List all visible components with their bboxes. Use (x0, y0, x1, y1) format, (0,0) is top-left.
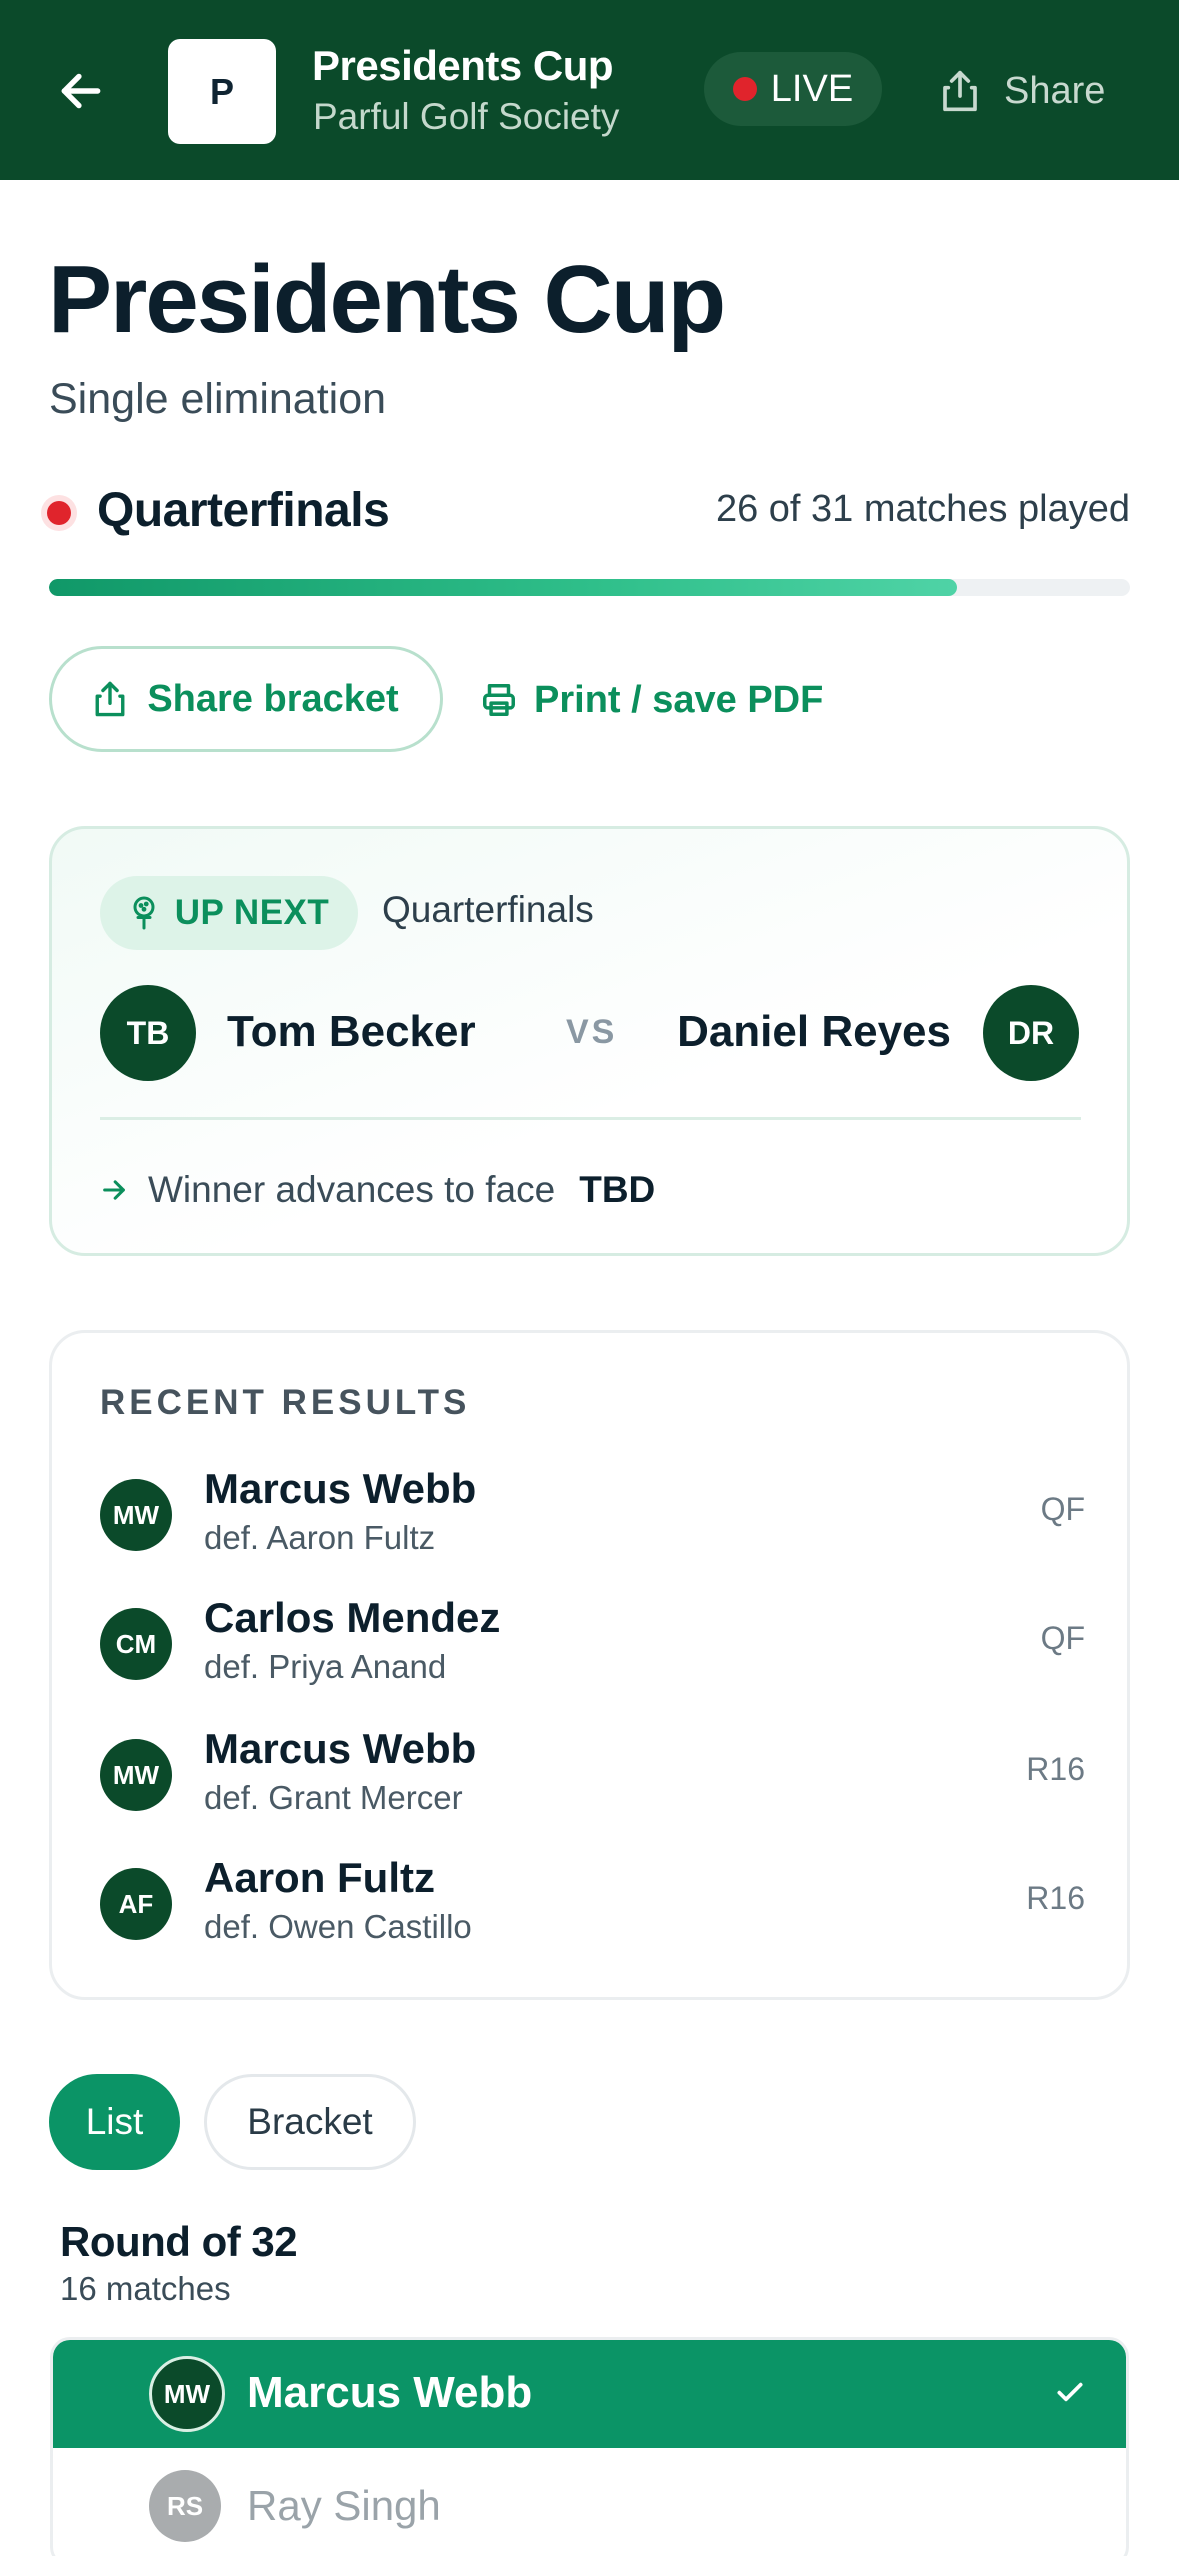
live-label: LIVE (770, 67, 854, 110)
round-title: Round of 32 (60, 2218, 298, 2265)
match-winner-row: MW Marcus Webb (53, 2340, 1126, 2448)
avatar: CM (100, 1608, 172, 1680)
avatar: TB (100, 985, 196, 1081)
result-row[interactable]: MW Marcus Webb def. Aaron Fultz QF (100, 1461, 1085, 1571)
back-button[interactable] (48, 58, 114, 124)
progress-bar (49, 579, 1130, 596)
versus-label: VS (566, 1013, 618, 1051)
arrow-right-icon (103, 1180, 125, 1200)
view-toggle: List Bracket (49, 2074, 416, 2170)
share-icon (943, 70, 977, 112)
header-title: Presidents Cup (312, 42, 614, 89)
matches-progress-text: 26 of 31 matches played (715, 488, 1130, 530)
progress-bar-fill (49, 579, 958, 596)
player-two-name: Daniel Reyes (677, 1007, 951, 1056)
share-bracket-button[interactable]: Share bracket (49, 646, 443, 752)
avatar: MW (100, 1739, 172, 1811)
avatar: DR (983, 985, 1079, 1081)
page-title: Presidents Cup (48, 246, 726, 353)
advance-text: Winner advances to face (148, 1169, 556, 1210)
result-loser: def. Grant Mercer (204, 1779, 463, 1816)
print-pdf-button[interactable]: Print / save PDF (480, 660, 823, 740)
result-row[interactable]: CM Carlos Mendez def. Priya Anand QF (100, 1590, 1085, 1700)
header-subtitle: Parful Golf Society (313, 96, 620, 137)
result-loser: def. Aaron Fultz (204, 1519, 436, 1556)
header-share-label: Share (1004, 69, 1106, 112)
avatar: MW (149, 2356, 225, 2432)
up-next-card[interactable]: UP NEXT Quarterfinals TB Tom Becker VS D… (49, 826, 1130, 1256)
match-card[interactable]: MW Marcus Webb RS Ray Singh (50, 2337, 1129, 2556)
print-pdf-label: Print / save PDF (534, 678, 824, 721)
result-round: R16 (1026, 1880, 1085, 1916)
result-winner: Carlos Mendez (204, 1594, 501, 1641)
advance-info: Winner advances to face TBD (100, 1155, 655, 1225)
current-round: Quarterfinals (97, 484, 390, 537)
result-round: R16 (1026, 1751, 1085, 1787)
match-loser-row: RS Ray Singh (53, 2448, 1126, 2556)
avatar: AF (100, 1868, 172, 1940)
up-next-badge: UP NEXT (100, 876, 358, 950)
checkmark-icon (1057, 2382, 1083, 2402)
golf-ball-tee-icon (133, 896, 155, 930)
avatar: MW (100, 1479, 172, 1551)
result-round: QF (1040, 1620, 1085, 1656)
divider (100, 1117, 1081, 1120)
header-share-button[interactable]: Share (940, 56, 1105, 126)
player-one-name: Tom Becker (227, 1007, 476, 1056)
result-winner: Marcus Webb (204, 1465, 477, 1512)
live-badge: LIVE (704, 52, 882, 126)
result-winner: Marcus Webb (204, 1725, 477, 1772)
advance-opponent: TBD (579, 1169, 656, 1210)
society-logo: P (168, 39, 276, 144)
result-loser: def. Owen Castillo (204, 1908, 472, 1945)
round-match-count: 16 matches (60, 2270, 231, 2307)
live-round-indicator-icon (47, 501, 71, 525)
match-loser-name: Ray Singh (247, 2482, 441, 2529)
live-dot-icon (732, 77, 757, 101)
result-round: QF (1040, 1491, 1085, 1527)
match-winner-name: Marcus Webb (247, 2368, 533, 2417)
result-winner: Aaron Fultz (204, 1854, 435, 1901)
up-next-label: UP NEXT (174, 893, 330, 932)
printer-icon (483, 684, 515, 716)
share-icon (95, 681, 125, 717)
tournament-format: Single elimination (49, 375, 387, 423)
share-bracket-label: Share bracket (147, 677, 399, 720)
arrow-left-icon (61, 73, 101, 109)
recent-results-heading: RECENT RESULTS (100, 1383, 471, 1422)
app-header: P Presidents Cup Parful Golf Society LIV… (0, 0, 1179, 180)
up-next-round: Quarterfinals (382, 889, 594, 930)
tab-list[interactable]: List (49, 2074, 180, 2170)
tab-bracket[interactable]: Bracket (204, 2074, 416, 2170)
result-row[interactable]: MW Marcus Webb def. Grant Mercer R16 (100, 1721, 1085, 1831)
avatar: RS (149, 2470, 221, 2542)
result-loser: def. Priya Anand (204, 1648, 447, 1685)
result-row[interactable]: AF Aaron Fultz def. Owen Castillo R16 (100, 1850, 1085, 1960)
recent-results-card: RECENT RESULTS MW Marcus Webb def. Aaron… (49, 1330, 1130, 2000)
